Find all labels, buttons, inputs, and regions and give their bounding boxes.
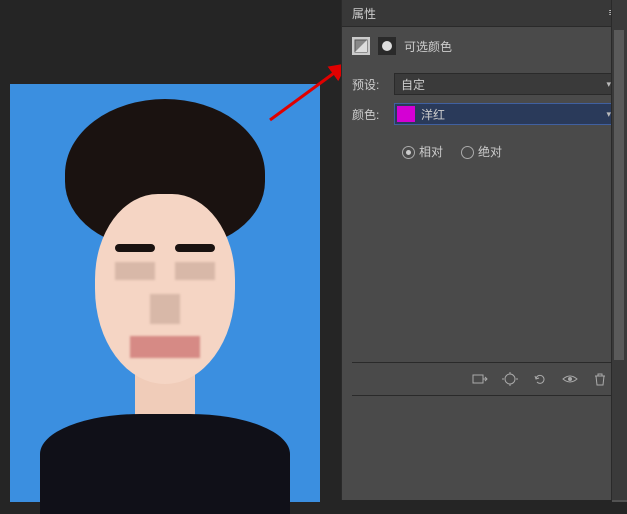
preset-value: 自定: [401, 76, 425, 93]
adjustment-icon: [352, 37, 370, 55]
color-label: 颜色:: [352, 106, 388, 123]
mode-radios: 相对 绝对: [342, 135, 627, 172]
reset-icon[interactable]: [531, 370, 549, 388]
absolute-radio[interactable]: 绝对: [461, 143, 502, 160]
color-swatch: [397, 106, 415, 122]
canvas-image: [10, 84, 320, 502]
mask-icon: [378, 37, 396, 55]
panel-header: 可选颜色: [342, 27, 627, 69]
properties-panel: 属性 ≡ 可选颜色 预设: 自定 ▾ 颜色: 洋红 ▾ 相对 绝对: [341, 0, 627, 500]
view-icon[interactable]: [501, 370, 519, 388]
relative-radio[interactable]: 相对: [402, 143, 443, 160]
visibility-icon[interactable]: [561, 370, 579, 388]
panel-scrollbar[interactable]: [611, 0, 627, 500]
panel-footer: [352, 362, 617, 396]
color-select[interactable]: 洋红 ▾: [394, 103, 617, 125]
color-value: 洋红: [421, 106, 445, 123]
portrait: [10, 84, 320, 502]
clip-icon[interactable]: [471, 370, 489, 388]
preset-row: 预设: 自定 ▾: [342, 69, 627, 99]
panel-tabbar: 属性 ≡: [342, 0, 627, 27]
trash-icon[interactable]: [591, 370, 609, 388]
color-row: 颜色: 洋红 ▾: [342, 99, 627, 129]
preset-select[interactable]: 自定 ▾: [394, 73, 617, 95]
panel-tab[interactable]: 属性: [352, 5, 376, 22]
preset-label: 预设:: [352, 76, 388, 93]
panel-title: 可选颜色: [404, 38, 452, 55]
